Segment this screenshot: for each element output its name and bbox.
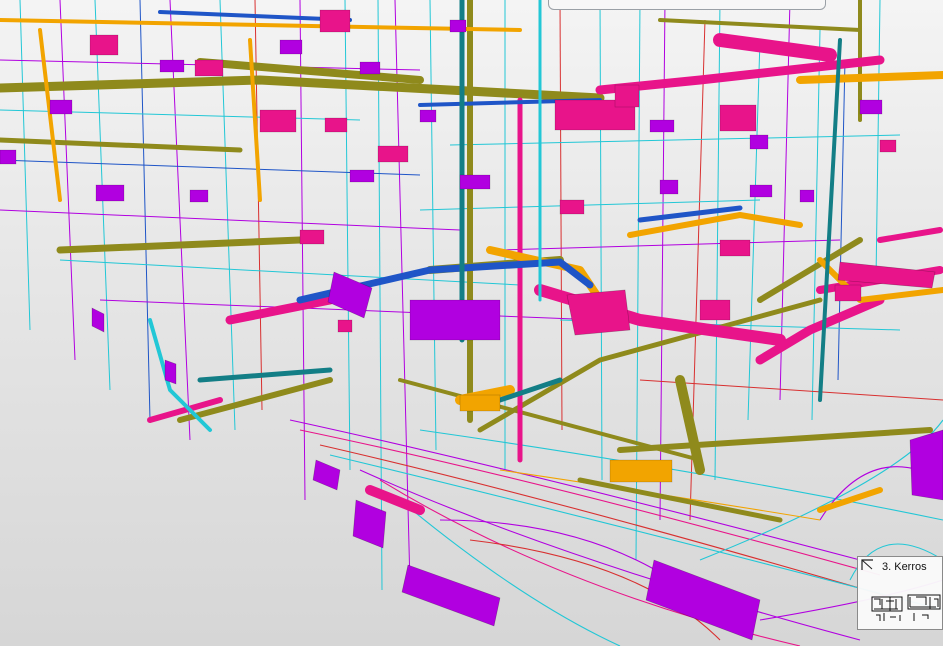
- pipe-6: [617, 427, 933, 453]
- pipe-0: [0, 75, 605, 103]
- equipment-box-29: [459, 174, 491, 190]
- equipment-box-27: [699, 299, 731, 321]
- duct-a: [327, 271, 373, 319]
- equipment-box-14: [95, 184, 125, 202]
- duct-c: [645, 559, 761, 641]
- floor-plan-thumbnail: [871, 594, 941, 621]
- equipment-box-15: [189, 189, 209, 203]
- wire-11: [429, 0, 437, 451]
- pipe-18: [225, 295, 335, 325]
- equipment-box-7: [614, 84, 640, 108]
- equipment-box-10: [259, 109, 297, 133]
- wire-22: [837, 59, 846, 381]
- viewer-toolbar-panel[interactable]: [548, 0, 826, 10]
- floor-cable-6: [399, 499, 621, 646]
- equipment-box-9: [749, 134, 769, 150]
- equipment-box-11: [324, 117, 348, 133]
- cable-tray-line-4: [59, 259, 521, 286]
- mep-3d-scene: [0, 0, 943, 646]
- wire-14: [599, 0, 603, 481]
- pipe-10: [577, 477, 783, 523]
- equipment-box-13: [419, 109, 437, 123]
- wire-13: [559, 0, 563, 431]
- equipment-box-3: [359, 61, 381, 75]
- pipe-16: [713, 33, 837, 62]
- pipe-3: [56, 236, 304, 254]
- pipe-28: [796, 71, 943, 84]
- pipe-25: [0, 18, 522, 32]
- floor-marker-icon: [861, 559, 873, 570]
- wire-6: [254, 0, 263, 411]
- model-viewport[interactable]: 3. Kerros: [0, 0, 943, 646]
- equipment-box-16: [299, 229, 325, 245]
- pipe-23: [877, 227, 943, 243]
- floor-selector[interactable]: 3. Kerros: [857, 556, 943, 630]
- equipment-box-26: [879, 139, 897, 153]
- pipe-13: [658, 18, 862, 32]
- equipment-box-4: [449, 19, 467, 33]
- equipment-box-33: [337, 319, 353, 333]
- duct-g: [909, 429, 943, 501]
- duct-d: [401, 564, 501, 627]
- equipment-box-24: [799, 189, 815, 203]
- equipment-box-36: [409, 299, 501, 341]
- pipe-30: [38, 28, 62, 202]
- equipment-box-30: [559, 199, 585, 215]
- equipment-box-23: [719, 239, 751, 257]
- pipe-5: [177, 377, 333, 423]
- wire-21: [811, 29, 821, 421]
- equipment-box-0: [89, 34, 119, 56]
- cable-tray-line-7: [499, 239, 841, 251]
- equipment-box-34: [609, 459, 673, 483]
- equipment-box-8: [719, 104, 757, 132]
- equipment-box-22: [749, 184, 773, 198]
- duct-f: [312, 459, 341, 491]
- equipment-box-12: [377, 145, 409, 163]
- equipment-box-28: [834, 284, 862, 302]
- equipment-box-2: [319, 9, 351, 33]
- pipe-2: [0, 137, 243, 153]
- duct-b: [566, 289, 631, 336]
- equipment-box-25: [859, 99, 883, 115]
- wire-1: [59, 0, 76, 361]
- pipe-40: [197, 367, 333, 383]
- floor-cable-1: [299, 429, 881, 576]
- wire-18: [714, 0, 721, 481]
- equipment-box-1: [279, 39, 303, 55]
- duct-i: [164, 359, 177, 385]
- equipment-box-20: [0, 149, 17, 165]
- equipment-box-5: [194, 59, 224, 77]
- pipe-32: [817, 487, 883, 513]
- equipment-box-21: [659, 179, 679, 195]
- equipment-box-17: [349, 169, 375, 183]
- equipment-box-18: [49, 99, 73, 115]
- pipe-39: [818, 38, 842, 402]
- duct-h: [91, 307, 105, 333]
- equipment-box-35: [459, 394, 501, 412]
- equipment-box-31: [649, 119, 675, 133]
- floor-label: 3. Kerros: [882, 561, 927, 573]
- wire-0: [19, 0, 31, 331]
- wire-16: [659, 0, 666, 521]
- wire-7: [299, 0, 306, 501]
- equipment-box-19: [159, 59, 185, 73]
